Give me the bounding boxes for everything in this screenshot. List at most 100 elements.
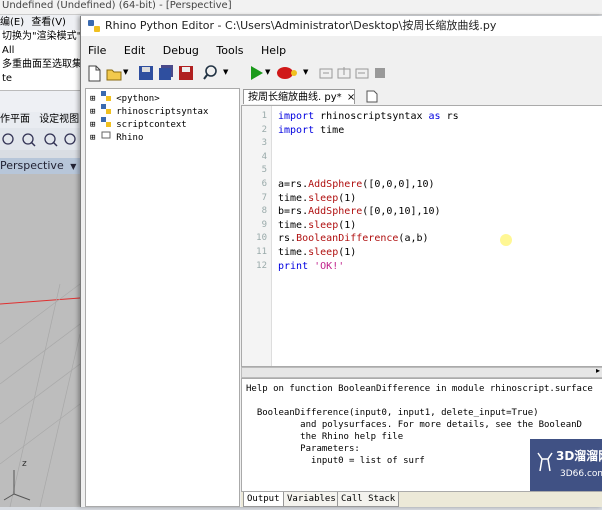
- code-lines: import rhinoscriptsyntax as rs import tim…: [278, 110, 459, 273]
- viewport-label: Perspective: [0, 159, 64, 172]
- run-dropdown-icon[interactable]: ▼: [265, 68, 270, 76]
- stop-icon[interactable]: [371, 64, 389, 82]
- command-line: 多重曲面至选取集: [2, 59, 82, 70]
- cursor-highlight: [500, 234, 512, 246]
- code-line[interactable]: [278, 164, 459, 178]
- background-menubar: 编(E) 查看(V): [0, 15, 80, 30]
- line-number: 7: [261, 192, 267, 203]
- help-line: [246, 395, 598, 407]
- python-module-icon: [100, 91, 111, 101]
- tab-call-stack[interactable]: Call Stack: [337, 492, 400, 507]
- open-folder-icon[interactable]: [105, 64, 123, 82]
- line-number-gutter: 1 2 3 4 5 6 7 8 9 10 11 12: [242, 106, 272, 366]
- library-tree: ⊞ <python> ⊞ rhinoscriptsyntax ⊞ scriptc…: [85, 88, 240, 507]
- window-title: Rhino Python Editor - C:\Users\Administr…: [105, 19, 497, 32]
- line-number: 1: [261, 111, 267, 121]
- background-toolbar: [0, 128, 80, 150]
- tab-variables[interactable]: Variables: [283, 492, 340, 507]
- tree-item-label: <python>: [116, 94, 160, 104]
- line-number: 10: [256, 233, 267, 244]
- tab-output[interactable]: Output: [243, 492, 284, 507]
- tab-script-file[interactable]: 按周长缩放曲线. py* ×: [243, 89, 355, 104]
- close-icon[interactable]: ×: [347, 92, 355, 103]
- axis-z-label: z: [22, 459, 27, 469]
- command-line: te: [2, 73, 13, 84]
- perspective-viewport[interactable]: z: [0, 174, 81, 508]
- line-number: 4: [261, 151, 267, 162]
- code-line[interactable]: time.sleep(1): [278, 192, 459, 206]
- tab-set-view[interactable]: 设定视图: [39, 114, 79, 125]
- code-line[interactable]: print 'OK!': [278, 260, 459, 274]
- code-line[interactable]: time.sleep(1): [278, 246, 459, 260]
- tree-item-rhinoscriptsyntax[interactable]: ⊞ rhinoscriptsyntax: [90, 104, 239, 117]
- search-icon[interactable]: [203, 64, 221, 82]
- line-number: 9: [261, 219, 267, 230]
- code-line[interactable]: time.sleep(1): [278, 219, 459, 233]
- command-line: 切换为"渲染模式": [2, 31, 82, 42]
- save-as-icon[interactable]: [177, 64, 195, 82]
- step-into-icon[interactable]: [317, 64, 335, 82]
- line-number: 2: [261, 124, 267, 135]
- command-line: All: [2, 45, 15, 56]
- viewport-tab-perspective[interactable]: Perspective ▼: [0, 158, 80, 174]
- menu-tools[interactable]: Tools: [209, 42, 250, 60]
- background-menu-view[interactable]: 查看(V): [31, 17, 66, 28]
- zoom-icons[interactable]: [0, 128, 80, 150]
- tree-item-scriptcontext[interactable]: ⊞ scriptcontext: [90, 117, 239, 130]
- line-number: 5: [261, 165, 267, 176]
- code-line[interactable]: import rhinoscriptsyntax as rs: [278, 110, 459, 124]
- toolbar: ▼ ▼ ▼ ▼: [81, 62, 602, 86]
- background-command-input[interactable]: [0, 90, 80, 113]
- viewport-grid: [0, 283, 81, 508]
- tree-item-rhino[interactable]: ⊞ Rhino: [90, 130, 239, 143]
- horizontal-scrollbar[interactable]: ▸: [241, 366, 602, 378]
- background-menu-edit[interactable]: 编(E): [0, 17, 24, 28]
- python-module-icon: [100, 104, 111, 114]
- expand-icon[interactable]: ⊞: [90, 94, 95, 104]
- python-editor-window: Rhino Python Editor - C:\Users\Administr…: [80, 16, 602, 507]
- step-out-icon[interactable]: [353, 64, 371, 82]
- code-line[interactable]: import time: [278, 124, 459, 138]
- menu-help[interactable]: Help: [254, 42, 293, 60]
- new-tab-icon[interactable]: [365, 90, 379, 103]
- new-file-icon[interactable]: [85, 64, 103, 82]
- menubar: File Edit Debug Tools Help: [81, 42, 602, 60]
- output-tabs: Output Variables Call Stack: [241, 492, 602, 507]
- expand-icon[interactable]: ⊞: [90, 133, 95, 143]
- line-number: 6: [261, 178, 267, 189]
- step-over-icon[interactable]: [335, 64, 353, 82]
- code-line[interactable]: a=rs.AddSphere([0,0,0],10): [278, 178, 459, 192]
- code-line[interactable]: rs.BooleanDifference(a,b): [278, 232, 459, 246]
- search-dropdown-icon[interactable]: ▼: [223, 68, 228, 76]
- save-all-icon[interactable]: [157, 64, 175, 82]
- tree-item-python[interactable]: ⊞ <python>: [90, 91, 239, 104]
- save-icon[interactable]: [137, 64, 155, 82]
- menu-file[interactable]: File: [81, 42, 113, 60]
- debug-dropdown-icon[interactable]: ▼: [303, 68, 308, 76]
- line-number: 12: [256, 260, 267, 271]
- code-line[interactable]: b=rs.AddSphere([0,0,10],10): [278, 205, 459, 219]
- line-number: 8: [261, 206, 267, 217]
- debug-icon[interactable]: [275, 64, 301, 82]
- menu-edit[interactable]: Edit: [117, 42, 152, 60]
- expand-icon[interactable]: ⊞: [90, 107, 95, 117]
- background-window-title: Undefined (Undefined) (64-bit) - [Perspe…: [0, 0, 602, 15]
- help-output-pane[interactable]: Help on function BooleanDifference in mo…: [241, 378, 602, 492]
- python-logo-icon: [88, 20, 100, 32]
- window-titlebar[interactable]: Rhino Python Editor - C:\Users\Administr…: [81, 16, 602, 36]
- code-editor[interactable]: 1 2 3 4 5 6 7 8 9 10 11 12 import rhinoscriptsyntax…: [241, 105, 602, 367]
- open-dropdown-icon[interactable]: ▼: [123, 68, 128, 76]
- run-icon[interactable]: [247, 64, 265, 82]
- namespace-icon: [101, 131, 111, 139]
- background-toolbar-tabs: 作平面 设定视图: [0, 112, 80, 128]
- help-line: Help on function BooleanDifference in mo…: [246, 384, 593, 394]
- menu-debug[interactable]: Debug: [156, 42, 206, 60]
- chevron-down-icon[interactable]: ▼: [70, 162, 76, 171]
- tree-item-label: rhinoscriptsyntax: [116, 107, 209, 117]
- code-line[interactable]: [278, 151, 459, 165]
- tree-item-label: Rhino: [116, 133, 144, 143]
- expand-icon[interactable]: ⊞: [90, 120, 95, 130]
- code-line[interactable]: [278, 137, 459, 151]
- scroll-right-icon[interactable]: ▸: [596, 366, 600, 375]
- tab-cplane[interactable]: 作平面: [0, 114, 30, 125]
